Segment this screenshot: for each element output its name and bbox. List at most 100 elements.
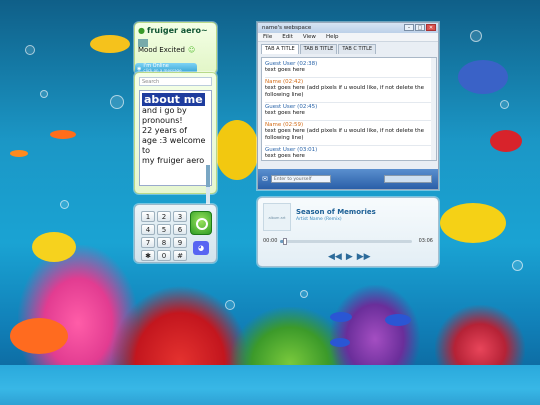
message-input[interactable]: Enter to yourself — [270, 175, 331, 183]
user-icon: ● — [138, 26, 145, 35]
entry-text: text goes here (add pixels if u would li… — [265, 128, 425, 141]
mood-row: Mood Excited ☺ — [138, 46, 213, 54]
entry-text: text goes here — [265, 153, 305, 159]
dialpad-gadget: 1 2 3 4 5 6 7 8 9 ✱ 0 # ◕ — [134, 204, 217, 263]
avatar — [138, 39, 148, 47]
dial-key-2[interactable]: 3 — [173, 211, 187, 222]
menu-bar: File Edit View Help — [258, 33, 438, 42]
dial-key-7[interactable]: 8 — [157, 237, 171, 248]
rewind-icon[interactable]: ◀◀ — [328, 252, 342, 262]
list-item: Guest User (02:45) text goes here — [265, 103, 433, 121]
dial-key-6[interactable]: 7 — [141, 237, 155, 248]
about-scroll-thumb[interactable] — [206, 165, 210, 187]
play-icon[interactable]: ▶ — [346, 252, 353, 262]
about-line-2: 22 years of — [142, 126, 187, 135]
list-item: Guest User (03:01) text goes here — [265, 146, 433, 160]
about-content: about me and i go by pronouns! 22 years … — [139, 90, 212, 186]
dial-key-9[interactable]: ✱ — [141, 250, 155, 261]
menu-edit[interactable]: Edit — [282, 33, 293, 41]
menu-view[interactable]: View — [303, 33, 316, 41]
menu-file[interactable]: File — [263, 33, 272, 41]
fish-blue-small-2 — [385, 314, 411, 326]
time-current: 00:00 — [263, 238, 278, 244]
maximize-button[interactable]: □ — [415, 24, 425, 31]
dialpad-keys: 1 2 3 4 5 6 7 8 9 ✱ 0 # — [141, 211, 187, 261]
guestbook-scrollbar[interactable] — [431, 58, 436, 160]
fish-orange-1 — [10, 150, 28, 157]
close-button[interactable]: ✕ — [426, 24, 436, 31]
fish-blue-small-1 — [330, 312, 352, 322]
dial-key-1[interactable]: 2 — [157, 211, 171, 222]
seek-thumb[interactable] — [283, 238, 288, 245]
call-button[interactable] — [190, 211, 212, 235]
dial-key-4[interactable]: 5 — [157, 224, 171, 235]
fish-blue-right — [458, 60, 508, 94]
tab-bar: TAB A TITLE TAB B TITLE TAB C TITLE — [258, 44, 438, 54]
fish-red-right — [490, 130, 522, 152]
tab-c[interactable]: TAB C TITLE — [338, 44, 377, 54]
dial-key-10[interactable]: 0 — [157, 250, 171, 261]
fish-yellow-right — [440, 203, 506, 243]
discord-icon: ◕ — [197, 244, 205, 252]
tab-b[interactable]: TAB B TITLE — [299, 44, 338, 54]
fish-yellow-center — [215, 120, 259, 180]
player-controls: ◀◀ ▶ ▶▶ — [328, 252, 371, 262]
about-gadget: Search about me and i go by pronouns! 22… — [134, 72, 217, 251]
menu-help[interactable]: Help — [326, 33, 339, 41]
mood-text: Mood Excited — [138, 46, 186, 54]
about-line-1: pronouns! — [142, 116, 183, 125]
fish-yellow-left — [90, 35, 130, 53]
fish-blue-small-3 — [330, 338, 350, 347]
time-total: 03:06 — [418, 238, 433, 244]
about-line-3: age :3 welcome to — [142, 136, 206, 155]
bubble — [225, 300, 235, 310]
bubble — [25, 45, 35, 55]
bubble — [500, 100, 509, 109]
about-line-0: and i go by — [142, 106, 187, 115]
phone-icon — [196, 218, 208, 230]
message-bar: ✉ Enter to yourself — [258, 169, 438, 189]
guestbook-list: Guest User (02:38) text goes here Name (… — [261, 57, 437, 161]
window-titlebar[interactable]: name's webspace – □ ✕ — [258, 23, 438, 33]
album-art: album art — [263, 203, 291, 231]
search-input[interactable]: Search — [139, 77, 212, 86]
status-name: fruiger aero~ — [146, 26, 208, 35]
smiley-icon: ☺ — [188, 46, 196, 54]
dial-key-3[interactable]: 4 — [141, 224, 155, 235]
list-item: Guest User (02:38) text goes here — [265, 60, 433, 78]
webpage-window: name's webspace – □ ✕ File Edit View Hel… — [257, 22, 439, 190]
fish-yellow-lower — [32, 232, 76, 262]
dial-key-0[interactable]: 1 — [141, 211, 155, 222]
fast-forward-icon[interactable]: ▶▶ — [357, 252, 371, 262]
dial-key-11[interactable]: # — [173, 250, 187, 261]
window-title: name's webspace — [262, 25, 312, 31]
entry-text: text goes here (add pixels if u would li… — [265, 85, 425, 98]
status-gadget: ● fruiger aero~ Mood Excited ☺ ◉ I'm Onl… — [134, 22, 217, 74]
bubble — [60, 200, 69, 209]
online-icon: ◉ — [137, 65, 142, 72]
discord-button[interactable]: ◕ — [193, 241, 209, 255]
status-name-row: ● fruiger aero~ — [138, 26, 213, 35]
bubble — [300, 290, 308, 298]
song-title: Season of Memories — [296, 208, 376, 216]
fish-clown — [10, 318, 68, 354]
dial-key-5[interactable]: 6 — [173, 224, 187, 235]
entry-text: text goes here — [265, 110, 305, 116]
entry-text: text goes here — [265, 67, 305, 73]
message-icon: ✉ — [262, 175, 268, 183]
about-text: and i go by pronouns! 22 years of age :3… — [142, 106, 209, 166]
list-item: Name (02:59) text goes here (add pixels … — [265, 121, 433, 146]
footer-badge[interactable] — [384, 175, 432, 183]
seek-bar[interactable] — [280, 238, 412, 245]
bubble — [110, 95, 124, 109]
fish-orange-2 — [50, 130, 76, 139]
about-line-4: my fruiger aero — [142, 156, 205, 165]
music-player: album art Season of Memories Artist Name… — [257, 197, 439, 267]
minimize-button[interactable]: – — [404, 24, 414, 31]
dial-key-8[interactable]: 9 — [173, 237, 187, 248]
about-title: about me — [142, 93, 205, 106]
tab-a[interactable]: TAB A TITLE — [261, 44, 299, 54]
window-controls: – □ ✕ — [404, 24, 436, 31]
bubble — [470, 30, 482, 42]
coral-purple — [330, 285, 420, 375]
